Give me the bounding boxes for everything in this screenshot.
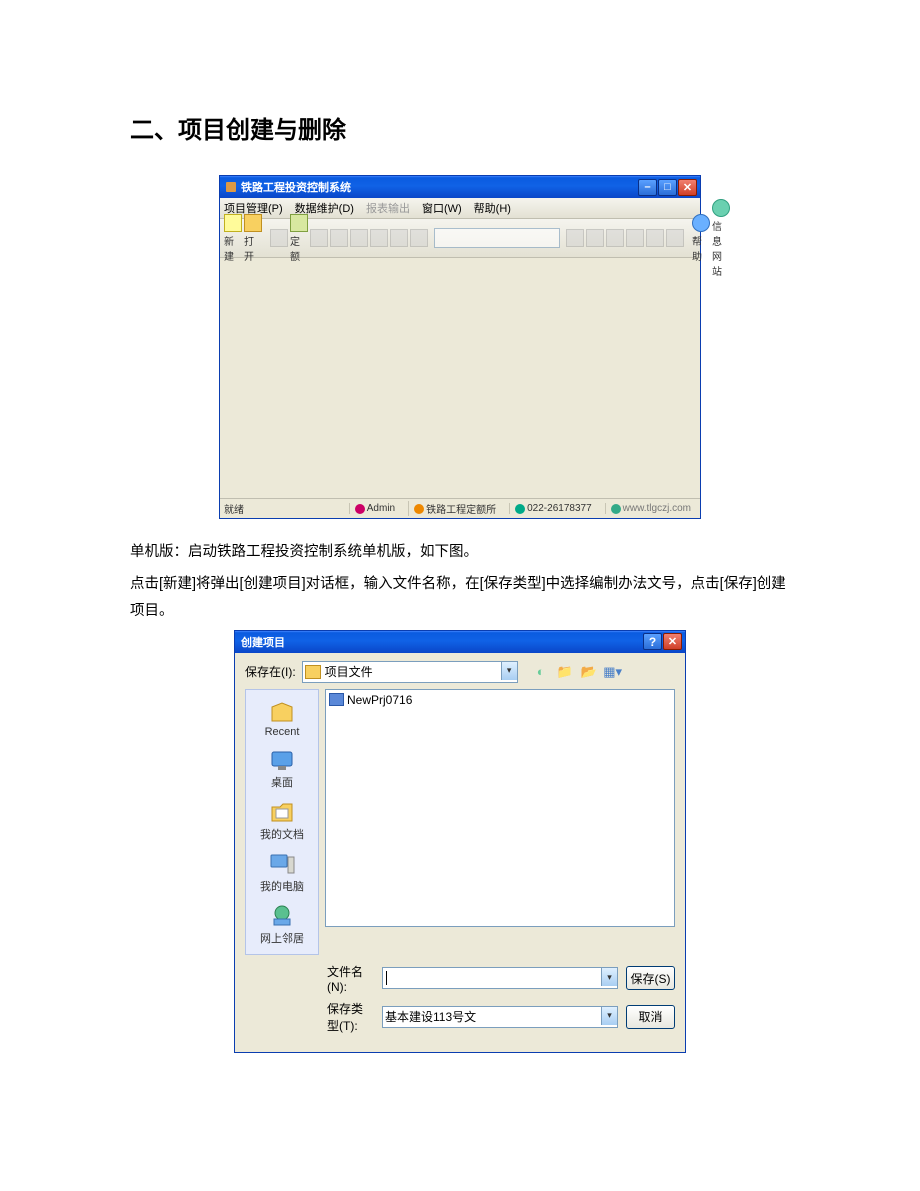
computer-icon [267,850,297,878]
tool-disabled [646,229,664,248]
dropdown-arrow-icon[interactable]: ▾ [501,662,517,680]
status-org: 铁路工程定额所 [408,501,501,516]
up-icon[interactable]: 📁 [556,663,574,681]
place-recent[interactable]: Recent [246,696,318,740]
file-icon [329,693,344,706]
create-project-dialog: 创建项目 ? ✕ 保存在(I): 项目文件 ▾ ◐ 📁 [234,630,686,1053]
tool-disabled [390,229,408,248]
workspace [220,258,700,498]
filename-label: 文件名(N): [327,963,374,994]
tool-disabled [606,229,624,248]
folder-icon [305,665,321,679]
status-ready: 就绪 [224,501,244,516]
place-desktop[interactable]: 桌面 [246,744,318,792]
dropdown-arrow-icon[interactable]: ▾ [601,1007,617,1025]
titlebar: 铁路工程投资控制系统 – □ ✕ [220,176,700,198]
save-in-combo[interactable]: 项目文件 ▾ [302,661,518,683]
cancel-button[interactable]: 取消 [626,1005,675,1029]
maximize-button[interactable]: □ [658,179,677,196]
tool-disabled [370,229,388,248]
minimize-button[interactable]: – [638,179,657,196]
filetype-combo[interactable]: 基本建设113号文 ▾ [382,1006,618,1028]
dialog-title: 创建项目 [241,634,285,650]
status-url: www.tlgczj.com [605,503,696,514]
desktop-icon [267,746,297,774]
paragraph-2: 点击[新建]将弹出[创建项目]对话框，输入文件名称，在[保存类型]中选择编制办法… [130,571,790,626]
tool-open[interactable]: 打开 [244,214,262,263]
save-button[interactable]: 保存(S) [626,966,675,990]
place-network[interactable]: 网上邻居 [246,900,318,948]
toolbar-combo [434,228,560,248]
close-button[interactable]: ✕ [678,179,697,196]
back-icon[interactable]: ◐ [532,663,550,681]
status-phone: 022-26178377 [509,503,597,514]
save-in-label: 保存在(I): [245,663,296,680]
tool-disabled [566,229,584,248]
section-heading: 二、项目创建与删除 [130,110,790,145]
file-list[interactable]: NewPrj0716 [325,689,675,927]
tool-help[interactable]: 帮助 [692,214,710,263]
network-icon [267,902,297,930]
recent-icon [267,698,297,726]
tool-disabled [270,229,288,248]
window-title: 铁路工程投资控制系统 [241,179,351,195]
menu-help[interactable]: 帮助(H) [474,200,511,216]
tool-disabled [410,229,428,248]
dialog-titlebar: 创建项目 ? ✕ [235,631,685,653]
status-user: Admin [349,503,400,514]
menu-window[interactable]: 窗口(W) [422,200,462,216]
main-app-window: 铁路工程投资控制系统 – □ ✕ 项目管理(P) 数据维护(D) 报表输出 窗口… [219,175,701,519]
help-button[interactable]: ? [643,633,662,650]
places-bar: Recent 桌面 我的文档 [245,689,319,955]
filename-input[interactable]: ▾ [382,967,618,989]
documents-icon [267,798,297,826]
tool-website[interactable]: 信息网站 [712,199,730,278]
dropdown-arrow-icon[interactable]: ▾ [601,968,617,986]
toolbar: 新建 打开 定额 帮助 信息网站 [220,219,700,258]
new-folder-icon[interactable]: 📂 [580,663,598,681]
tool-new[interactable]: 新建 [224,214,242,263]
tool-quota[interactable]: 定额 [290,214,308,263]
list-item[interactable]: NewPrj0716 [329,693,671,707]
tool-disabled [586,229,604,248]
app-icon [226,182,236,192]
tool-disabled [310,229,328,248]
view-menu-icon[interactable]: ▦▾ [604,663,622,681]
dialog-close-button[interactable]: ✕ [663,633,682,650]
place-documents[interactable]: 我的文档 [246,796,318,844]
tool-disabled [330,229,348,248]
tool-disabled [350,229,368,248]
tool-disabled [666,229,684,248]
paragraph-1: 单机版：启动铁路工程投资控制系统单机版，如下图。 [130,539,790,567]
place-computer[interactable]: 我的电脑 [246,848,318,896]
menu-report: 报表输出 [366,200,410,216]
filetype-label: 保存类型(T): [327,1000,374,1034]
tool-disabled [626,229,644,248]
statusbar: 就绪 Admin 铁路工程定额所 022-26178377 www.tlgczj… [220,498,700,518]
